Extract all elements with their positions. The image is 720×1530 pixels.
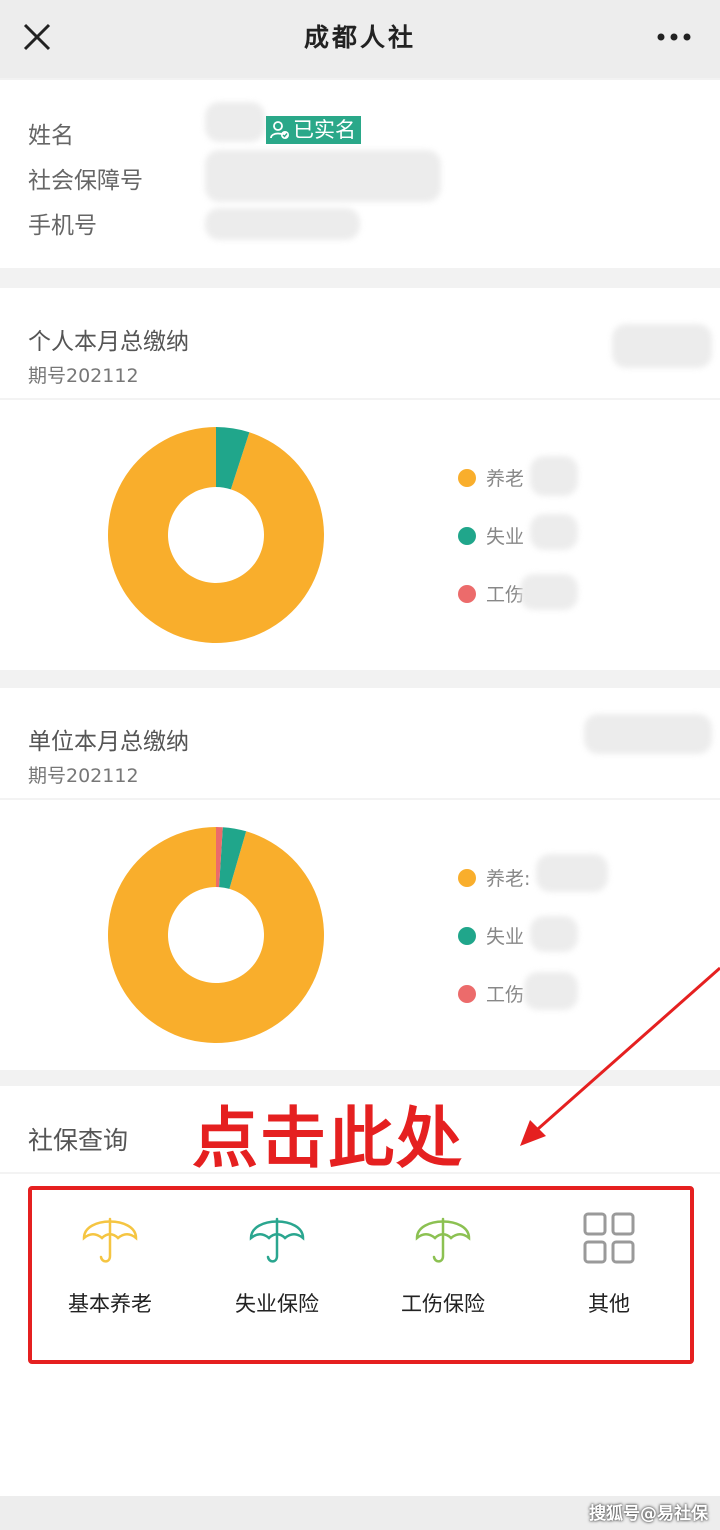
redacted-name [205, 102, 265, 142]
personal-donut-chart [108, 427, 324, 643]
personal-period: 期号202112 [28, 365, 139, 387]
click-here-annotation: 点击此处 [192, 1100, 464, 1177]
umbrella-icon [249, 1217, 305, 1263]
verified-label: 已实名 [293, 118, 356, 142]
donut-slice-pension [108, 827, 324, 1043]
service-label: 其他 [588, 1292, 630, 1316]
redacted-personal-total [612, 324, 712, 368]
redacted-value [536, 854, 608, 892]
phone-label: 手机号 [28, 213, 97, 239]
person-check-icon [270, 121, 289, 139]
redacted-ssn [205, 150, 441, 202]
redacted-value [530, 514, 578, 550]
service-work-injury-insurance[interactable]: 工伤保险 [358, 1208, 528, 1318]
more-icon[interactable] [656, 28, 692, 46]
service-label: 失业保险 [235, 1292, 319, 1316]
redacted-employer-total [584, 714, 712, 754]
redacted-phone [205, 208, 360, 240]
divider [0, 398, 720, 400]
employer-donut-chart [108, 827, 324, 1043]
legend-pension: 养老 [458, 464, 524, 491]
legend-unemployment: 失业 [458, 522, 524, 549]
title-bar: 成都人社 [0, 0, 720, 78]
name-label: 姓名 [28, 123, 74, 149]
query-title: 社保查询 [28, 1126, 129, 1155]
umbrella-icon [415, 1217, 471, 1263]
service-label: 基本养老 [68, 1292, 152, 1316]
legend-pension: 养老: [458, 864, 530, 891]
personal-title: 个人本月总缴纳 [28, 329, 189, 355]
umbrella-icon [82, 1217, 138, 1263]
service-label: 工伤保险 [401, 1292, 485, 1316]
watermark: 搜狐号@易社保 [589, 1504, 708, 1524]
service-other[interactable]: 其他 [524, 1208, 694, 1318]
personal-contribution-card: 个人本月总缴纳 期号202112 养老 失业 工伤 [0, 288, 720, 670]
service-basic-pension[interactable]: 基本养老 [25, 1208, 195, 1318]
employer-title: 单位本月总缴纳 [28, 729, 189, 755]
grid-icon [583, 1212, 635, 1264]
page-title: 成都人社 [303, 23, 416, 52]
employer-period: 期号202112 [28, 765, 139, 787]
redacted-value [520, 574, 578, 610]
redacted-value [530, 456, 578, 496]
verified-badge: 已实名 [266, 116, 361, 144]
divider [0, 798, 720, 800]
annotation-arrow [520, 966, 720, 1146]
legend-injury: 工伤 [458, 580, 524, 607]
profile-card: 姓名 社会保障号 手机号 [0, 80, 720, 268]
service-unemployment-insurance[interactable]: 失业保险 [192, 1208, 362, 1318]
ssn-label: 社会保障号 [28, 168, 143, 194]
